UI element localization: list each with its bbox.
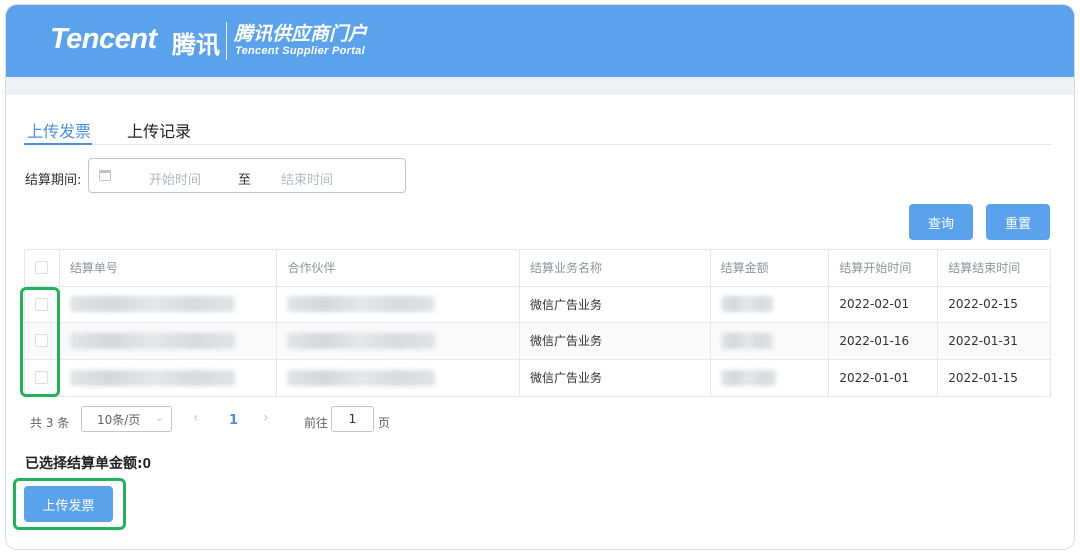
settlement-period-label: 结算期间: bbox=[25, 173, 82, 188]
tab-upload-invoice[interactable]: 上传发票 bbox=[27, 118, 91, 142]
page-size-value: 10条/页 bbox=[97, 412, 141, 427]
pagination-total: 共 3 条 bbox=[30, 416, 70, 430]
goto-page-input[interactable]: 1 bbox=[331, 406, 374, 432]
column-header-end-time: 结算结束时间 bbox=[948, 261, 1021, 276]
start-time-cell: 2022-01-16 bbox=[829, 323, 939, 359]
tencent-logo-cn: 腾讯 bbox=[172, 31, 220, 59]
calendar-icon bbox=[99, 170, 111, 181]
redacted-value bbox=[69, 332, 235, 349]
redacted-value bbox=[69, 369, 235, 386]
column-header-partner: 合作伙伴 bbox=[277, 250, 520, 286]
portal-title-en: Tencent Supplier Portal bbox=[235, 45, 365, 57]
table-row[interactable]: 微信广告业务 2022-01-01 2022-01-15 bbox=[25, 359, 1050, 396]
table-row[interactable]: 微信广告业务 2022-01-16 2022-01-31 bbox=[25, 323, 1050, 360]
end-date-input[interactable]: 结束时间 bbox=[281, 169, 333, 188]
page-size-select[interactable]: 10条/页 ⌄ bbox=[81, 406, 172, 432]
checkbox-highlight-box bbox=[20, 287, 60, 397]
start-time-cell: 2022-01-01 bbox=[829, 359, 939, 396]
end-time-cell: 2022-01-31 bbox=[948, 333, 1018, 348]
redacted-value bbox=[69, 296, 235, 313]
partner-cell bbox=[277, 359, 520, 396]
column-header-business-name: 结算业务名称 bbox=[520, 250, 711, 286]
selected-amount-value: 0 bbox=[142, 455, 151, 472]
settlement-date-range-picker[interactable]: 开始时间 至 结束时间 bbox=[88, 158, 406, 193]
table-header-row: 结算单号 合作伙伴 结算业务名称 结算金额 结算开始时间 结算结束时间 bbox=[25, 250, 1050, 287]
reset-button[interactable]: 重置 bbox=[986, 204, 1050, 240]
amount-cell bbox=[711, 286, 830, 322]
redacted-value bbox=[287, 369, 436, 386]
column-header-settlement-no: 结算单号 bbox=[60, 250, 278, 286]
page-suffix-label: 页 bbox=[378, 416, 391, 430]
tabs-divider bbox=[24, 144, 1051, 145]
settlement-no-cell bbox=[60, 359, 278, 396]
amount-cell bbox=[711, 359, 830, 396]
business-name-cell: 微信广告业务 bbox=[520, 359, 711, 396]
selected-amount-label: 已选择结算单金额: bbox=[25, 456, 143, 472]
table-row[interactable]: 微信广告业务 2022-02-01 2022-02-15 bbox=[25, 286, 1050, 323]
select-all-checkbox[interactable] bbox=[35, 261, 49, 275]
settlement-no-cell bbox=[60, 286, 278, 322]
header-bar: Tencent 腾讯 腾讯供应商门户 Tencent Supplier Port… bbox=[6, 5, 1074, 77]
redacted-value bbox=[720, 332, 773, 349]
chevron-down-icon: ⌄ bbox=[154, 411, 164, 424]
redacted-value bbox=[287, 332, 436, 349]
portal-title-cn: 腾讯供应商门户 bbox=[234, 23, 368, 45]
settlement-no-cell bbox=[60, 323, 278, 359]
settlement-table: 结算单号 合作伙伴 结算业务名称 结算金额 结算开始时间 结算结束时间 微信广告… bbox=[24, 249, 1051, 397]
redacted-value bbox=[287, 296, 436, 313]
header-subbar bbox=[6, 77, 1074, 95]
goto-label: 前往 bbox=[304, 416, 329, 430]
logo-divider bbox=[226, 22, 227, 60]
partner-cell bbox=[277, 286, 520, 322]
partner-cell bbox=[277, 323, 520, 359]
end-time-cell: 2022-01-15 bbox=[948, 370, 1018, 385]
selected-amount-summary: 已选择结算单金额:0 bbox=[25, 453, 151, 473]
business-name-cell: 微信广告业务 bbox=[520, 286, 711, 322]
column-header-start-time: 结算开始时间 bbox=[829, 250, 939, 286]
amount-cell bbox=[711, 323, 830, 359]
select-all-cell bbox=[25, 250, 60, 286]
tencent-logo-en: Tencent bbox=[50, 23, 157, 55]
active-tab-indicator bbox=[24, 143, 92, 145]
prev-page-icon[interactable]: ‹ bbox=[193, 410, 199, 426]
column-header-amount: 结算金额 bbox=[711, 250, 830, 286]
start-date-input[interactable]: 开始时间 bbox=[149, 169, 201, 188]
redacted-value bbox=[720, 369, 776, 386]
date-range-separator: 至 bbox=[238, 173, 252, 188]
end-time-cell: 2022-02-15 bbox=[948, 297, 1018, 312]
next-page-icon[interactable]: › bbox=[263, 410, 269, 426]
redacted-value bbox=[720, 296, 773, 313]
tab-upload-records[interactable]: 上传记录 bbox=[127, 118, 191, 142]
current-page-number[interactable]: 1 bbox=[229, 413, 238, 428]
upload-button-highlight-box bbox=[13, 478, 126, 530]
query-button[interactable]: 查询 bbox=[909, 204, 973, 240]
business-name-cell: 微信广告业务 bbox=[520, 323, 711, 359]
start-time-cell: 2022-02-01 bbox=[829, 286, 939, 322]
